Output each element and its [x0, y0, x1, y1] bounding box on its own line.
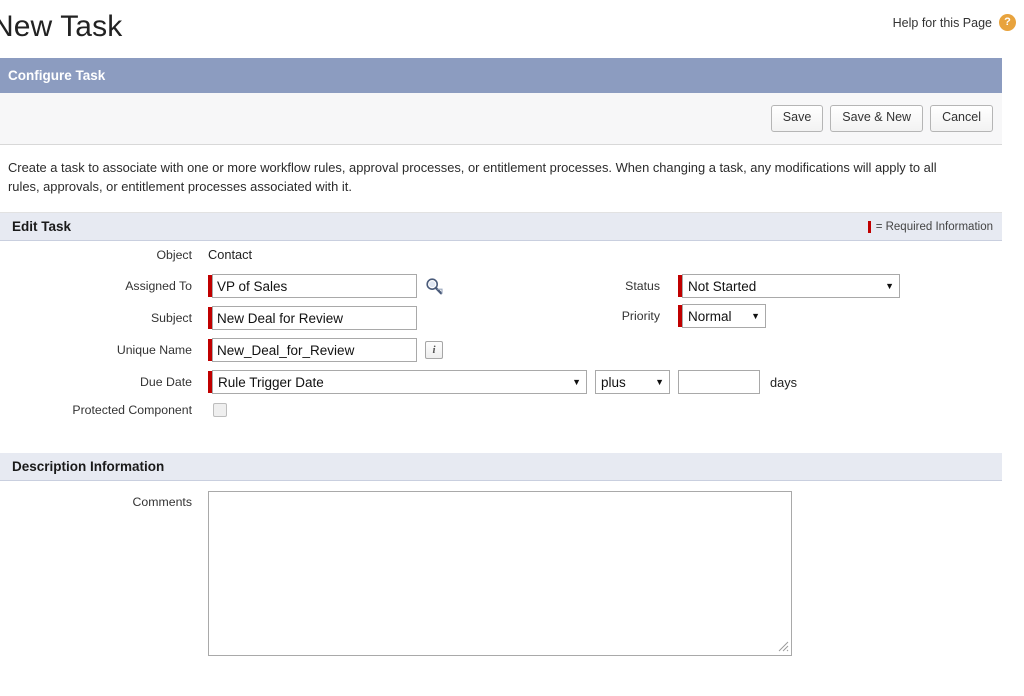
field-row-due-date: Due Date Rule Trigger Date ▼ plus ▼ days — [40, 370, 797, 394]
field-row-object: Object Contact — [40, 247, 252, 262]
content-container: Configure Task Save Save & New Cancel Cr… — [0, 58, 1002, 681]
priority-select-value: Normal — [688, 309, 732, 324]
required-legend-label: = Required Information — [876, 221, 993, 233]
status-select[interactable]: Not Started ▼ — [682, 274, 900, 298]
field-row-unique-name: Unique Name i — [40, 338, 443, 362]
priority-select[interactable]: Normal ▼ — [682, 304, 766, 328]
unique-name-input[interactable] — [212, 338, 417, 362]
subject-input[interactable] — [212, 306, 417, 330]
description-information-section-header: Description Information — [0, 453, 1002, 481]
save-and-new-button[interactable]: Save & New — [830, 105, 923, 132]
field-row-priority: Priority Normal ▼ — [520, 304, 766, 328]
comments-label: Comments — [40, 495, 192, 509]
chevron-down-icon: ▼ — [885, 281, 894, 291]
description-information-title: Description Information — [12, 459, 164, 474]
edit-task-title: Edit Task — [12, 219, 71, 234]
status-select-value: Not Started — [688, 279, 756, 294]
chevron-down-icon: ▼ — [655, 377, 664, 387]
page-root: New Task Help for this Page ? Configure … — [0, 0, 1024, 696]
required-bar-icon — [868, 221, 871, 233]
help-for-this-page-link[interactable]: Help for this Page — [893, 16, 992, 30]
unique-name-label: Unique Name — [40, 343, 192, 357]
configure-task-title: Configure Task — [8, 68, 105, 83]
edit-task-form: Object Contact Assigned To — [0, 241, 1002, 453]
field-row-subject: Subject — [40, 306, 417, 330]
object-value: Contact — [208, 247, 252, 262]
description-information-body: Comments — [0, 481, 1002, 681]
save-button[interactable]: Save — [771, 105, 824, 132]
assigned-to-lookup-icon[interactable] — [424, 276, 444, 296]
days-suffix-label: days — [770, 375, 797, 390]
subject-label: Subject — [40, 311, 192, 325]
due-date-offset-days-input[interactable] — [678, 370, 760, 394]
comments-textarea[interactable] — [208, 491, 792, 656]
cancel-button[interactable]: Cancel — [930, 105, 993, 132]
configure-task-banner: Configure Task — [0, 58, 1002, 93]
required-information-legend: = Required Information — [868, 221, 993, 233]
help-area: Help for this Page ? — [893, 14, 1016, 31]
field-row-status: Status Not Started ▼ — [520, 274, 900, 298]
unique-name-info-icon[interactable]: i — [425, 341, 443, 359]
intro-description: Create a task to associate with one or m… — [0, 145, 1002, 213]
field-row-assigned-to: Assigned To — [40, 274, 444, 298]
protected-component-label: Protected Component — [40, 403, 192, 417]
page-title: New Task — [0, 10, 122, 44]
page-header: New Task Help for this Page ? — [0, 0, 1024, 58]
object-label: Object — [40, 248, 192, 262]
due-date-label: Due Date — [40, 375, 192, 389]
priority-label: Priority — [520, 309, 660, 323]
assigned-to-label: Assigned To — [40, 279, 192, 293]
help-question-icon[interactable]: ? — [999, 14, 1016, 31]
edit-task-section-header: Edit Task = Required Information — [0, 213, 1002, 241]
chevron-down-icon: ▼ — [572, 377, 581, 387]
due-date-select-value: Rule Trigger Date — [218, 375, 324, 390]
protected-component-checkbox[interactable] — [213, 403, 227, 417]
due-date-select[interactable]: Rule Trigger Date ▼ — [212, 370, 587, 394]
due-date-offset-operator-value: plus — [601, 375, 626, 390]
field-row-protected-component: Protected Component — [40, 403, 227, 417]
due-date-offset-operator-select[interactable]: plus ▼ — [595, 370, 670, 394]
status-label: Status — [520, 279, 660, 293]
action-button-bar: Save Save & New Cancel — [0, 93, 1002, 145]
chevron-down-icon: ▼ — [751, 311, 760, 321]
assigned-to-input[interactable] — [212, 274, 417, 298]
